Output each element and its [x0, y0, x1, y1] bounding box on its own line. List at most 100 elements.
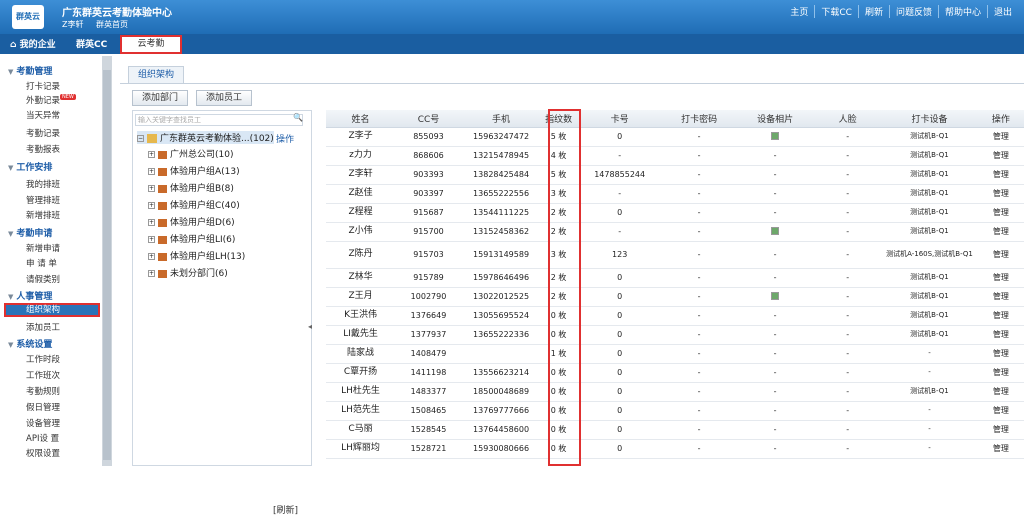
employee-search-input[interactable]: 输入关键字查找员工 [135, 114, 303, 126]
column-header[interactable]: 设备相片 [735, 110, 815, 128]
manage-link[interactable]: 管理 [977, 146, 1024, 166]
header-link-help[interactable]: 帮助中心 [937, 5, 987, 18]
tab-my-enterprise[interactable]: ⌂ 我的企业 [2, 37, 64, 54]
manage-link[interactable]: 管理 [977, 344, 1024, 364]
tree-node[interactable]: + 体验用户组A(13) [148, 164, 240, 177]
table-row[interactable]: Z陈丹 915703 15913149589 3 枚 123- - - 测试机A-160S,测… [326, 241, 1024, 269]
device-photo-icon[interactable] [771, 131, 780, 140]
manage-link[interactable]: 管理 [977, 165, 1024, 185]
table-row[interactable]: Z程程 915687 13544111225 2 枚 0- - - 测试机B-Q1 管理 [326, 203, 1024, 223]
manage-link[interactable]: 管理 [977, 127, 1024, 147]
sidebar-item-devices[interactable]: 设备管理 [26, 417, 60, 429]
table-row[interactable]: K王洪伟 1376649 13055695524 0 枚 0- - - 测试机B-Q1 管理 [326, 306, 1024, 326]
sidebar-item-my-schedule[interactable]: 我的排班 [26, 178, 60, 190]
header-link-feedback[interactable]: 问题反馈 [888, 5, 938, 18]
manage-link[interactable]: 管理 [977, 382, 1024, 402]
sidebar-group-hr[interactable]: ▼ 人事管理 [8, 289, 52, 302]
table-row[interactable]: Z赵佳 903397 13655222556 3 枚 - - - - 测试机B-Q1 管理 [326, 184, 1024, 204]
collapse-icon[interactable]: − [137, 135, 144, 142]
table-row[interactable]: Z王月 1002790 13022012525 2 枚 0- - 测试机B-Q1 管理 [326, 287, 1024, 307]
manage-link[interactable]: 管理 [977, 184, 1024, 204]
tree-node[interactable]: + 体验用户组LI(6) [148, 232, 235, 245]
manage-link[interactable]: 管理 [977, 203, 1024, 223]
table-row[interactable]: Z林华 915789 15978646496 2 枚 0- - - 测试机B-Q1 管理 [326, 268, 1024, 288]
sidebar-group-work-schedule[interactable]: ▼ 工作安排 [8, 160, 52, 173]
header-link-home[interactable]: 主页 [784, 5, 814, 18]
expand-icon[interactable]: + [148, 168, 155, 175]
column-header[interactable]: 打卡密码 [662, 110, 736, 128]
tree-node[interactable]: + 体验用户组D(6) [148, 215, 235, 228]
home-link[interactable]: 群英首页 [96, 20, 128, 29]
tree-root-node[interactable]: − 广东群英云考勤体验...(102) [137, 131, 274, 144]
sidebar-item-api-settings[interactable]: API设 置 [26, 432, 59, 444]
table-row[interactable]: Z小伟 915700 13152458362 2 枚 - - - 测试机B-Q1 管理 [326, 222, 1024, 242]
tree-node[interactable]: + 体验用户组B(8) [148, 181, 234, 194]
content-tab-org-structure[interactable]: 组织架构 [128, 66, 184, 83]
tree-node[interactable]: + 未划分部门(6) [148, 266, 228, 279]
sidebar-item-permissions[interactable]: 权限设置 [26, 447, 60, 459]
add-department-button[interactable]: 添加部门 [132, 90, 188, 106]
tree-node[interactable]: + 体验用户组LH(13) [148, 249, 245, 262]
tree-node[interactable]: + 广州总公司(10) [148, 147, 233, 160]
expand-icon[interactable]: + [148, 185, 155, 192]
table-row[interactable]: C马丽 1528545 13764458600 0 枚 0- - - - 管理 [326, 420, 1024, 440]
sidebar-item-org-structure[interactable]: 组织架构 [4, 303, 100, 317]
table-row[interactable]: Z李子 855093 15963247472 5 枚 0- - 测试机B-Q1 管理 [326, 127, 1024, 147]
sidebar-item-work-periods[interactable]: 工作时段 [26, 353, 60, 365]
sidebar-item-field-records[interactable]: 外勤记录 NEW [26, 94, 76, 106]
header-link-download[interactable]: 下载CC [814, 5, 858, 18]
manage-link[interactable]: 管理 [977, 287, 1024, 307]
manage-link[interactable]: 管理 [977, 439, 1024, 459]
expand-icon[interactable]: + [148, 253, 155, 260]
manage-link[interactable]: 管理 [977, 420, 1024, 440]
sidebar-item-today-exceptions[interactable]: 当天异常 [26, 109, 60, 121]
sidebar-item-leave-types[interactable]: 请假类别 [26, 273, 60, 285]
tab-qunying-cc[interactable]: 群英CC [68, 37, 115, 54]
tree-operation-link[interactable]: 操作 [276, 132, 294, 145]
header-link-logout[interactable]: 退出 [986, 5, 1018, 18]
expand-icon[interactable]: + [148, 219, 155, 226]
column-header[interactable]: 人脸 [814, 110, 882, 128]
column-header[interactable]: 手机 [461, 110, 541, 128]
table-row[interactable]: 陆家战 1408479 1 枚 0- - - - 管理 [326, 344, 1024, 364]
table-row[interactable]: LH杜先生 1483377 18500048689 0 枚 0- - - 测试机B-Q1 管理 [326, 382, 1024, 402]
sidebar-item-holidays[interactable]: 假日管理 [26, 401, 60, 413]
sidebar-scroll-thumb[interactable] [103, 70, 111, 460]
header-link-refresh[interactable]: 刷新 [857, 5, 889, 18]
table-row[interactable]: z力力 868606 13215478945 4 枚 - - - - 测试机B-Q1 管理 [326, 146, 1024, 166]
sidebar-item-attendance-reports[interactable]: 考勤报表 [26, 143, 60, 155]
sidebar-group-settings[interactable]: ▼ 系统设置 [8, 337, 52, 350]
manage-link[interactable]: 管理 [977, 401, 1024, 421]
sidebar-group-requests[interactable]: ▼ 考勤申请 [8, 226, 52, 239]
table-row[interactable]: LH辉丽均 1528721 15930080666 0 枚 0- - - - 管理 [326, 439, 1024, 459]
column-header[interactable]: 操作 [977, 110, 1024, 128]
column-header[interactable]: CC号 [395, 110, 462, 128]
device-photo-icon[interactable] [771, 226, 780, 235]
device-photo-icon[interactable] [771, 291, 780, 300]
tree-node[interactable]: + 体验用户组C(40) [148, 198, 240, 211]
column-header[interactable]: 指纹数 [540, 110, 578, 128]
column-header[interactable]: 姓名 [326, 110, 396, 128]
manage-link[interactable]: 管理 [977, 363, 1024, 383]
expand-icon[interactable]: + [148, 270, 155, 277]
sidebar-item-attendance-rules[interactable]: 考勤规则 [26, 385, 60, 397]
table-row[interactable]: C覃开扬 1411198 13556623214 0 枚 0- - - - 管理 [326, 363, 1024, 383]
table-row[interactable]: LH范先生 1508465 13769777666 0 枚 0- - - - 管理 [326, 401, 1024, 421]
table-row[interactable]: Z李轩 903393 13828425484 5 枚 1478855244- - - 测试机B… [326, 165, 1024, 185]
sidebar-item-request-forms[interactable]: 申 请 单 [26, 257, 57, 269]
tree-refresh-link[interactable]: [刷新] [273, 503, 298, 516]
manage-link[interactable]: 管理 [977, 325, 1024, 345]
expand-icon[interactable]: + [148, 236, 155, 243]
sidebar-item-punch-records[interactable]: 打卡记录 [26, 80, 60, 92]
column-header[interactable]: 打卡设备 [881, 110, 978, 128]
column-header[interactable]: 卡号 [577, 110, 663, 128]
sidebar-item-new-request[interactable]: 新增申请 [26, 242, 60, 254]
expand-icon[interactable]: + [148, 202, 155, 209]
sidebar-item-manage-schedule[interactable]: 管理排班 [26, 194, 60, 206]
manage-link[interactable]: 管理 [977, 306, 1024, 326]
sidebar-item-add-employee[interactable]: 添加员工 [26, 321, 60, 333]
manage-link[interactable]: 管理 [977, 241, 1024, 269]
search-icon[interactable]: 🔍 [293, 113, 303, 122]
tab-cloud-attendance[interactable]: 云考勤 [120, 35, 182, 54]
sidebar-item-attendance-records[interactable]: 考勤记录 [26, 127, 60, 139]
